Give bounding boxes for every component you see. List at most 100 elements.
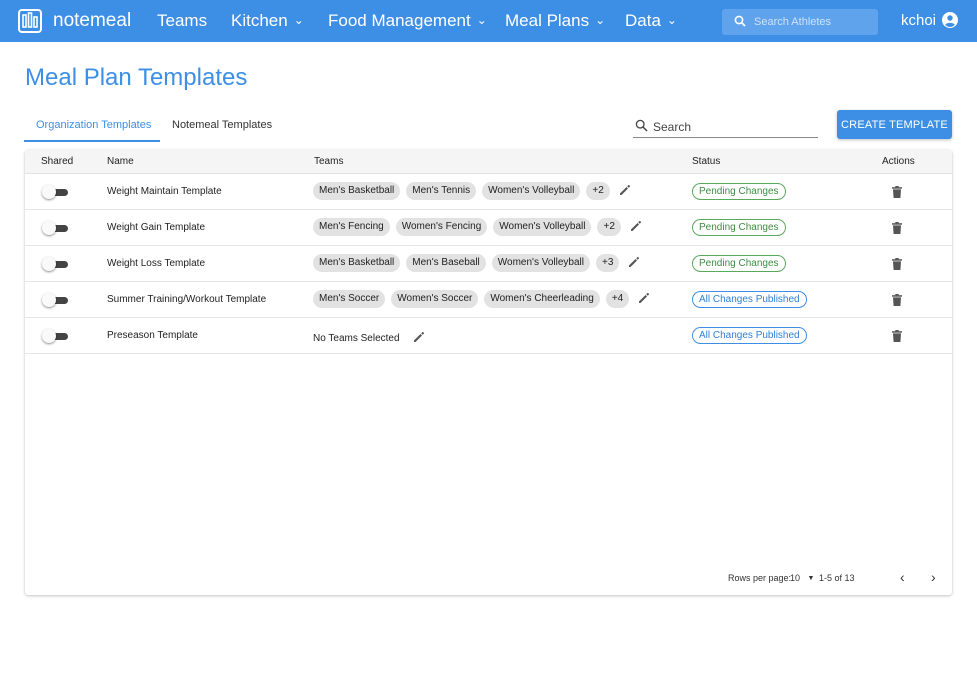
nav-kitchen-label: Kitchen [231,11,288,30]
team-chip: Women's Volleyball [493,218,592,236]
template-name[interactable]: Weight Loss Template [107,258,205,269]
nav-teams-label: Teams [157,11,208,30]
header-actions: Actions [882,156,915,167]
template-search[interactable] [633,116,818,138]
header-name: Name [107,156,134,167]
more-teams-chip[interactable]: +3 [596,254,620,272]
template-name[interactable]: Summer Training/Workout Template [107,294,266,305]
status-badge: Pending Changes [692,255,786,272]
search-icon [734,14,746,32]
team-chips: No Teams Selected [313,329,425,347]
table-row[interactable]: Summer Training/Workout Template Men's S… [25,282,952,318]
edit-icon[interactable] [638,291,650,309]
header-status: Status [692,156,721,167]
table-row[interactable]: Weight Gain Template Men's Fencing Women… [25,210,952,246]
nav-food-management[interactable]: Food Management ⌄ [328,11,487,31]
table-header: Shared Name Teams Status Actions [25,150,952,174]
trash-icon[interactable] [892,329,902,347]
chevron-left-icon[interactable]: ‹ [900,569,905,585]
more-teams-chip[interactable]: +4 [605,290,630,308]
header-shared: Shared [41,156,74,167]
logo-icon[interactable] [18,9,42,33]
team-chip: Men's Basketball [313,182,401,200]
edit-icon[interactable] [628,255,640,273]
no-teams-label: No Teams Selected [313,332,400,344]
status-badge: All Changes Published [692,327,807,344]
shared-toggle[interactable] [42,257,68,271]
chevron-right-icon[interactable]: › [931,569,936,585]
status-badge: Pending Changes [692,183,786,200]
tab-notemeal-templates[interactable]: Notemeal Templates [172,119,272,131]
status-badge: Pending Changes [692,219,786,236]
toggle-knob [42,329,56,343]
nav-kitchen[interactable]: Kitchen ⌄ [231,11,304,31]
trash-icon[interactable] [892,185,902,203]
page-title: Meal Plan Templates [25,64,248,91]
username[interactable]: kchoi [901,12,936,29]
nav-meal-plans[interactable]: Meal Plans ⌄ [505,11,605,31]
table-row[interactable]: Weight Maintain Template Men's Basketbal… [25,174,952,210]
nav-teams[interactable]: Teams [157,11,207,31]
active-tab-indicator [24,140,160,142]
create-template-button[interactable]: CREATE TEMPLATE [837,110,952,139]
top-navbar: notemeal Teams Kitchen ⌄ Food Management ⌄… [0,0,977,42]
team-chip: Women's Cheerleading [484,290,600,308]
chevron-down-icon: ⌄ [476,13,487,27]
templates-table: Shared Name Teams Status Actions Weight … [25,150,952,595]
status-badge: All Changes Published [692,291,807,308]
team-chip: Women's Volleyball [482,182,581,200]
shared-toggle[interactable] [42,329,68,343]
table-row[interactable]: Preseason Template No Teams Selected All… [25,318,952,354]
rows-per-page-label: Rows per page: [728,573,792,583]
shared-toggle[interactable] [42,221,68,235]
team-chip: Men's Baseball [406,254,486,272]
trash-icon[interactable] [892,293,902,311]
dropdown-arrow-icon: ▼ [807,575,815,582]
template-name[interactable]: Preseason Template [107,330,198,341]
team-chips: Men's Basketball Men's Tennis Women's Vo… [313,182,631,200]
nav-food-management-label: Food Management [328,11,471,30]
template-name[interactable]: Weight Maintain Template [107,186,222,197]
athlete-search-input[interactable] [754,13,872,31]
chevron-down-icon: ⌄ [595,13,606,27]
team-chip: Men's Soccer [313,290,386,308]
team-chips: Men's Basketball Men's Baseball Women's … [313,254,640,272]
brand-name[interactable]: notemeal [53,10,131,32]
trash-icon[interactable] [892,221,902,239]
edit-icon[interactable] [413,330,425,348]
search-icon [635,119,648,137]
trash-icon[interactable] [892,257,902,275]
more-teams-chip[interactable]: +2 [597,218,621,236]
rows-per-page-value: 10 [790,573,801,583]
athlete-search[interactable] [722,9,878,35]
edit-icon[interactable] [619,183,631,201]
template-name[interactable]: Weight Gain Template [107,222,205,233]
team-chip: Women's Soccer [391,290,479,308]
toggle-knob [42,257,56,271]
page-range: 1-5 of 13 [819,573,855,583]
team-chips: Men's Soccer Women's Soccer Women's Chee… [313,290,650,308]
tab-organization-templates[interactable]: Organization Templates [36,119,151,131]
nav-meal-plans-label: Meal Plans [505,11,590,30]
toggle-knob [42,221,56,235]
edit-icon[interactable] [630,219,642,237]
team-chip: Women's Volleyball [491,254,590,272]
table-row[interactable]: Weight Loss Template Men's Basketball Me… [25,246,952,282]
toggle-knob [42,293,56,307]
template-search-input[interactable] [653,119,813,135]
shared-toggle[interactable] [42,185,68,199]
chevron-down-icon: ⌄ [666,13,677,27]
user-circle-icon[interactable] [941,11,959,34]
shared-toggle[interactable] [42,293,68,307]
team-chips: Men's Fencing Women's Fencing Women's Vo… [313,218,642,236]
nav-data-label: Data [625,11,661,30]
team-chip: Women's Fencing [395,218,488,236]
rows-per-page-select[interactable]: 10 ▼ [790,573,814,583]
team-chip: Men's Tennis [406,182,477,200]
chevron-down-icon: ⌄ [293,13,304,27]
nav-data[interactable]: Data ⌄ [625,11,677,31]
more-teams-chip[interactable]: +2 [586,182,610,200]
toggle-knob [42,185,56,199]
team-chip: Men's Fencing [313,218,390,236]
team-chip: Men's Basketball [313,254,401,272]
